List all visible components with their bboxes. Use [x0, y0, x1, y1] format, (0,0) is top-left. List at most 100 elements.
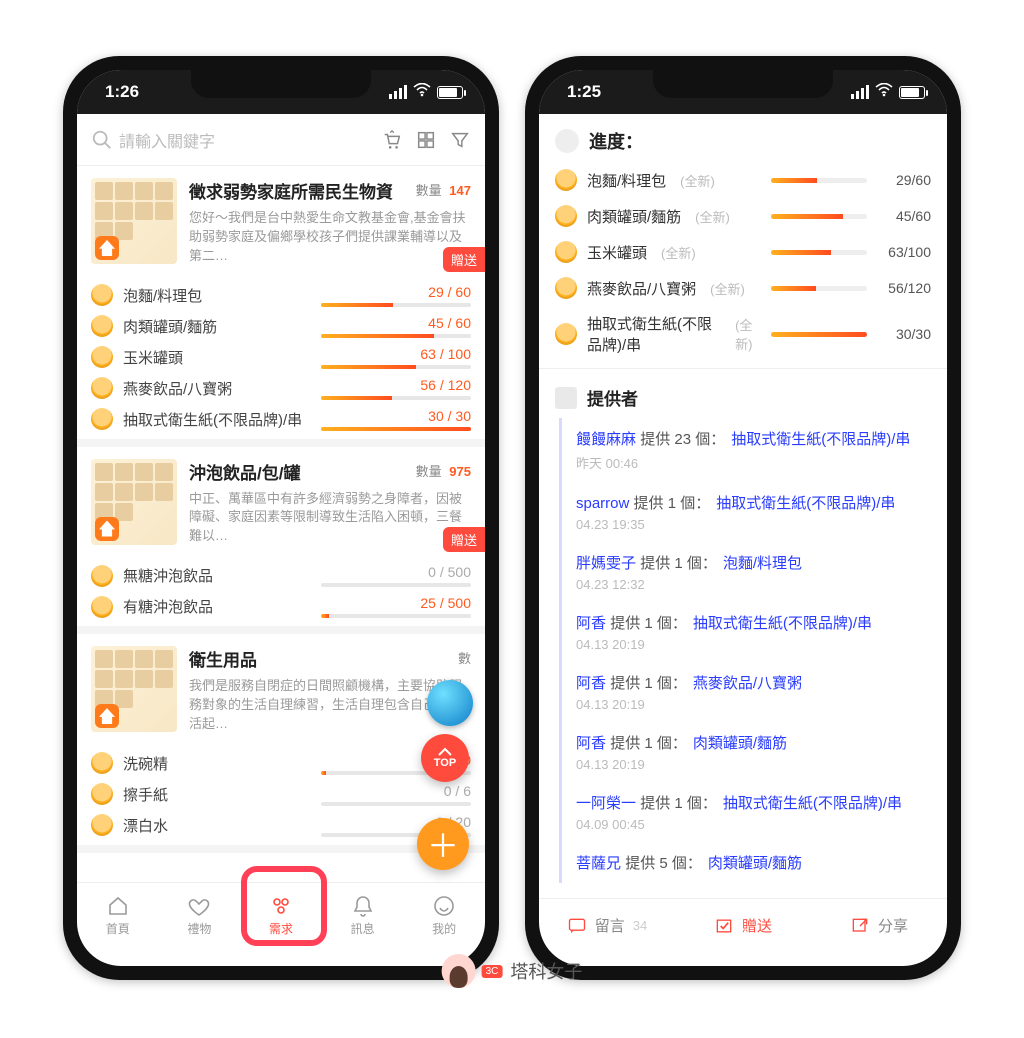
progress-item-name: 燕麥飲品/八寶粥 [587, 278, 696, 299]
gift-button[interactable]: 贈送 [675, 899, 811, 952]
tab-gifts[interactable]: 禮物 [159, 883, 241, 948]
item-icon [91, 783, 113, 805]
provider-item: 肉類罐頭/麵筋 [708, 855, 802, 872]
item-count: 25 / 500 [321, 595, 471, 611]
signal-icon [389, 85, 407, 99]
condition-label: (全新) [695, 207, 730, 226]
progress-item: 泡麵/料理包 29 / 60 [91, 280, 471, 311]
scroll-top-button[interactable]: TOP [421, 734, 469, 782]
item-name: 擦手紙 [123, 784, 311, 805]
progress-row: 玉米罐頭(全新)63/100 [555, 234, 931, 270]
filter-icon[interactable] [449, 129, 471, 151]
provider-item: 抽取式衛生紙(不限品牌)/串 [716, 495, 895, 512]
card-description: 您好～我們是台中熱愛生命文教基金會,基金會扶助弱勢家庭及偏鄉學校孩子們提供課業輔… [189, 209, 471, 266]
grid-view-icon[interactable] [415, 129, 437, 151]
tab-mine[interactable]: 我的 [403, 883, 485, 948]
progress-item-name: 肉類罐頭/麵筋 [587, 206, 681, 227]
phone-left: 1:26 ➤ 請輸入關鍵字 [63, 56, 499, 980]
item-icon [91, 284, 113, 306]
progress-count: 30/30 [877, 326, 931, 342]
item-name: 肉類罐頭/麵筋 [123, 316, 311, 337]
provider-item: 抽取式衛生紙(不限品牌)/串 [693, 615, 872, 632]
card-quantity: 數 [458, 648, 471, 667]
need-card[interactable]: 徵求弱勢家庭所需民生物資數量 147您好～我們是台中熱愛生命文教基金會,基金會扶… [77, 166, 485, 447]
progress-item-name: 玉米罐頭 [587, 242, 647, 263]
action-bar: 留言 34 贈送 分享 [539, 898, 947, 966]
item-name: 洗碗精 [123, 753, 311, 774]
item-count: 29 / 60 [321, 284, 471, 300]
progress-item: 漂白水0 / 20 [91, 810, 471, 841]
progress-heading: 進度： [539, 114, 947, 162]
provider-time: 04.13 20:19 [576, 637, 931, 652]
provider-user: 阿香 [576, 735, 606, 752]
card-thumbnail [91, 459, 177, 545]
progress-icon [555, 129, 579, 153]
provider-user: 饅饅麻麻 [576, 431, 636, 448]
item-count: 0 / 500 [321, 564, 471, 580]
item-icon [555, 169, 577, 191]
progress-item: 洗碗精1 / 30 [91, 748, 471, 779]
progress-row: 燕麥飲品/八寶粥(全新)56/120 [555, 270, 931, 306]
item-icon [555, 241, 577, 263]
item-name: 燕麥飲品/八寶粥 [123, 378, 311, 399]
item-icon [91, 346, 113, 368]
provider-row[interactable]: 阿香 提供 1 個：燕麥飲品/八寶粥04.13 20:19 [559, 662, 931, 722]
notch [653, 70, 833, 98]
item-name: 泡麵/料理包 [123, 285, 311, 306]
add-button[interactable]: ＋ [417, 818, 469, 870]
progress-count: 29/60 [877, 172, 931, 188]
item-icon [555, 277, 577, 299]
progress-row: 肉類罐頭/麵筋(全新)45/60 [555, 198, 931, 234]
cart-icon[interactable] [381, 129, 403, 151]
provider-time: 04.23 12:32 [576, 577, 931, 592]
tab-needs[interactable]: 需求 [240, 883, 322, 948]
item-icon [555, 205, 577, 227]
item-name: 漂白水 [123, 815, 311, 836]
card-thumbnail [91, 646, 177, 732]
needs-list[interactable]: 徵求弱勢家庭所需民生物資數量 147您好～我們是台中熱愛生命文教基金會,基金會扶… [77, 166, 485, 882]
tab-messages[interactable]: 訊息 [322, 883, 404, 948]
progress-item: 擦手紙0 / 6 [91, 779, 471, 810]
item-icon [555, 323, 577, 345]
item-count: 56 / 120 [321, 377, 471, 393]
comment-button[interactable]: 留言 34 [539, 899, 675, 952]
provider-row[interactable]: 饅饅麻麻 提供 23 個：抽取式衛生紙(不限品牌)/串昨天 00:46 [559, 418, 931, 482]
provider-user: 阿香 [576, 675, 606, 692]
need-card[interactable]: 沖泡飲品/包/罐數量 975中正、萬華區中有許多經濟弱勢之身障者，因被障礙、家庭… [77, 447, 485, 635]
search-placeholder: 請輸入關鍵字 [119, 128, 215, 152]
item-count: 30 / 30 [321, 408, 471, 424]
card-quantity: 數量 975 [416, 461, 471, 480]
status-time: 1:26 [105, 82, 139, 102]
item-icon [91, 814, 113, 836]
watermark-avatar [442, 954, 476, 988]
provider-user: 阿香 [576, 615, 606, 632]
search-icon [91, 129, 113, 151]
item-icon [91, 315, 113, 337]
progress-count: 56/120 [877, 280, 931, 296]
provider-row[interactable]: 胖媽雯子 提供 1 個：泡麵/料理包04.23 12:32 [559, 542, 931, 602]
item-count: 63 / 100 [321, 346, 471, 362]
progress-list: 泡麵/料理包(全新)29/60肉類罐頭/麵筋(全新)45/60玉米罐頭(全新)6… [539, 162, 947, 369]
item-icon [91, 408, 113, 430]
need-card[interactable]: 衛生用品數我們是服務自閉症的日間照顧機構，主要協助服務對象的生活自理練習，生活自… [77, 634, 485, 853]
providers-list[interactable]: 饅饅麻麻 提供 23 個：抽取式衛生紙(不限品牌)/串昨天 00:46sparr… [539, 418, 947, 883]
progress-item: 抽取式衛生紙(不限品牌)/串30 / 30 [91, 404, 471, 435]
provider-row[interactable]: 一阿榮一 提供 1 個：抽取式衛生紙(不限品牌)/串04.09 00:45 [559, 782, 931, 842]
provider-row[interactable]: 阿香 提供 1 個：抽取式衛生紙(不限品牌)/串04.13 20:19 [559, 602, 931, 662]
condition-label: (全新) [661, 243, 696, 262]
provider-time: 昨天 00:46 [576, 453, 931, 472]
provider-time: 04.09 00:45 [576, 817, 931, 832]
gift-badge: 贈送 [443, 247, 485, 272]
share-button[interactable]: 分享 [811, 899, 947, 952]
tab-home[interactable]: 首頁 [77, 883, 159, 948]
provider-row[interactable]: 菩薩兄 提供 5 個：肉類罐頭/麵筋 [559, 842, 931, 883]
provider-time: 04.23 19:35 [576, 517, 931, 532]
battery-icon [899, 86, 925, 99]
progress-item: 肉類罐頭/麵筋45 / 60 [91, 311, 471, 342]
search-input[interactable]: 請輸入關鍵字 [91, 128, 369, 152]
provider-item: 肉類罐頭/麵筋 [693, 735, 787, 752]
status-time: 1:25 [567, 82, 601, 102]
provider-row[interactable]: 阿香 提供 1 個：肉類罐頭/麵筋04.13 20:19 [559, 722, 931, 782]
provider-row[interactable]: sparrow 提供 1 個：抽取式衛生紙(不限品牌)/串04.23 19:35 [559, 482, 931, 542]
provider-time: 04.13 20:19 [576, 697, 931, 712]
